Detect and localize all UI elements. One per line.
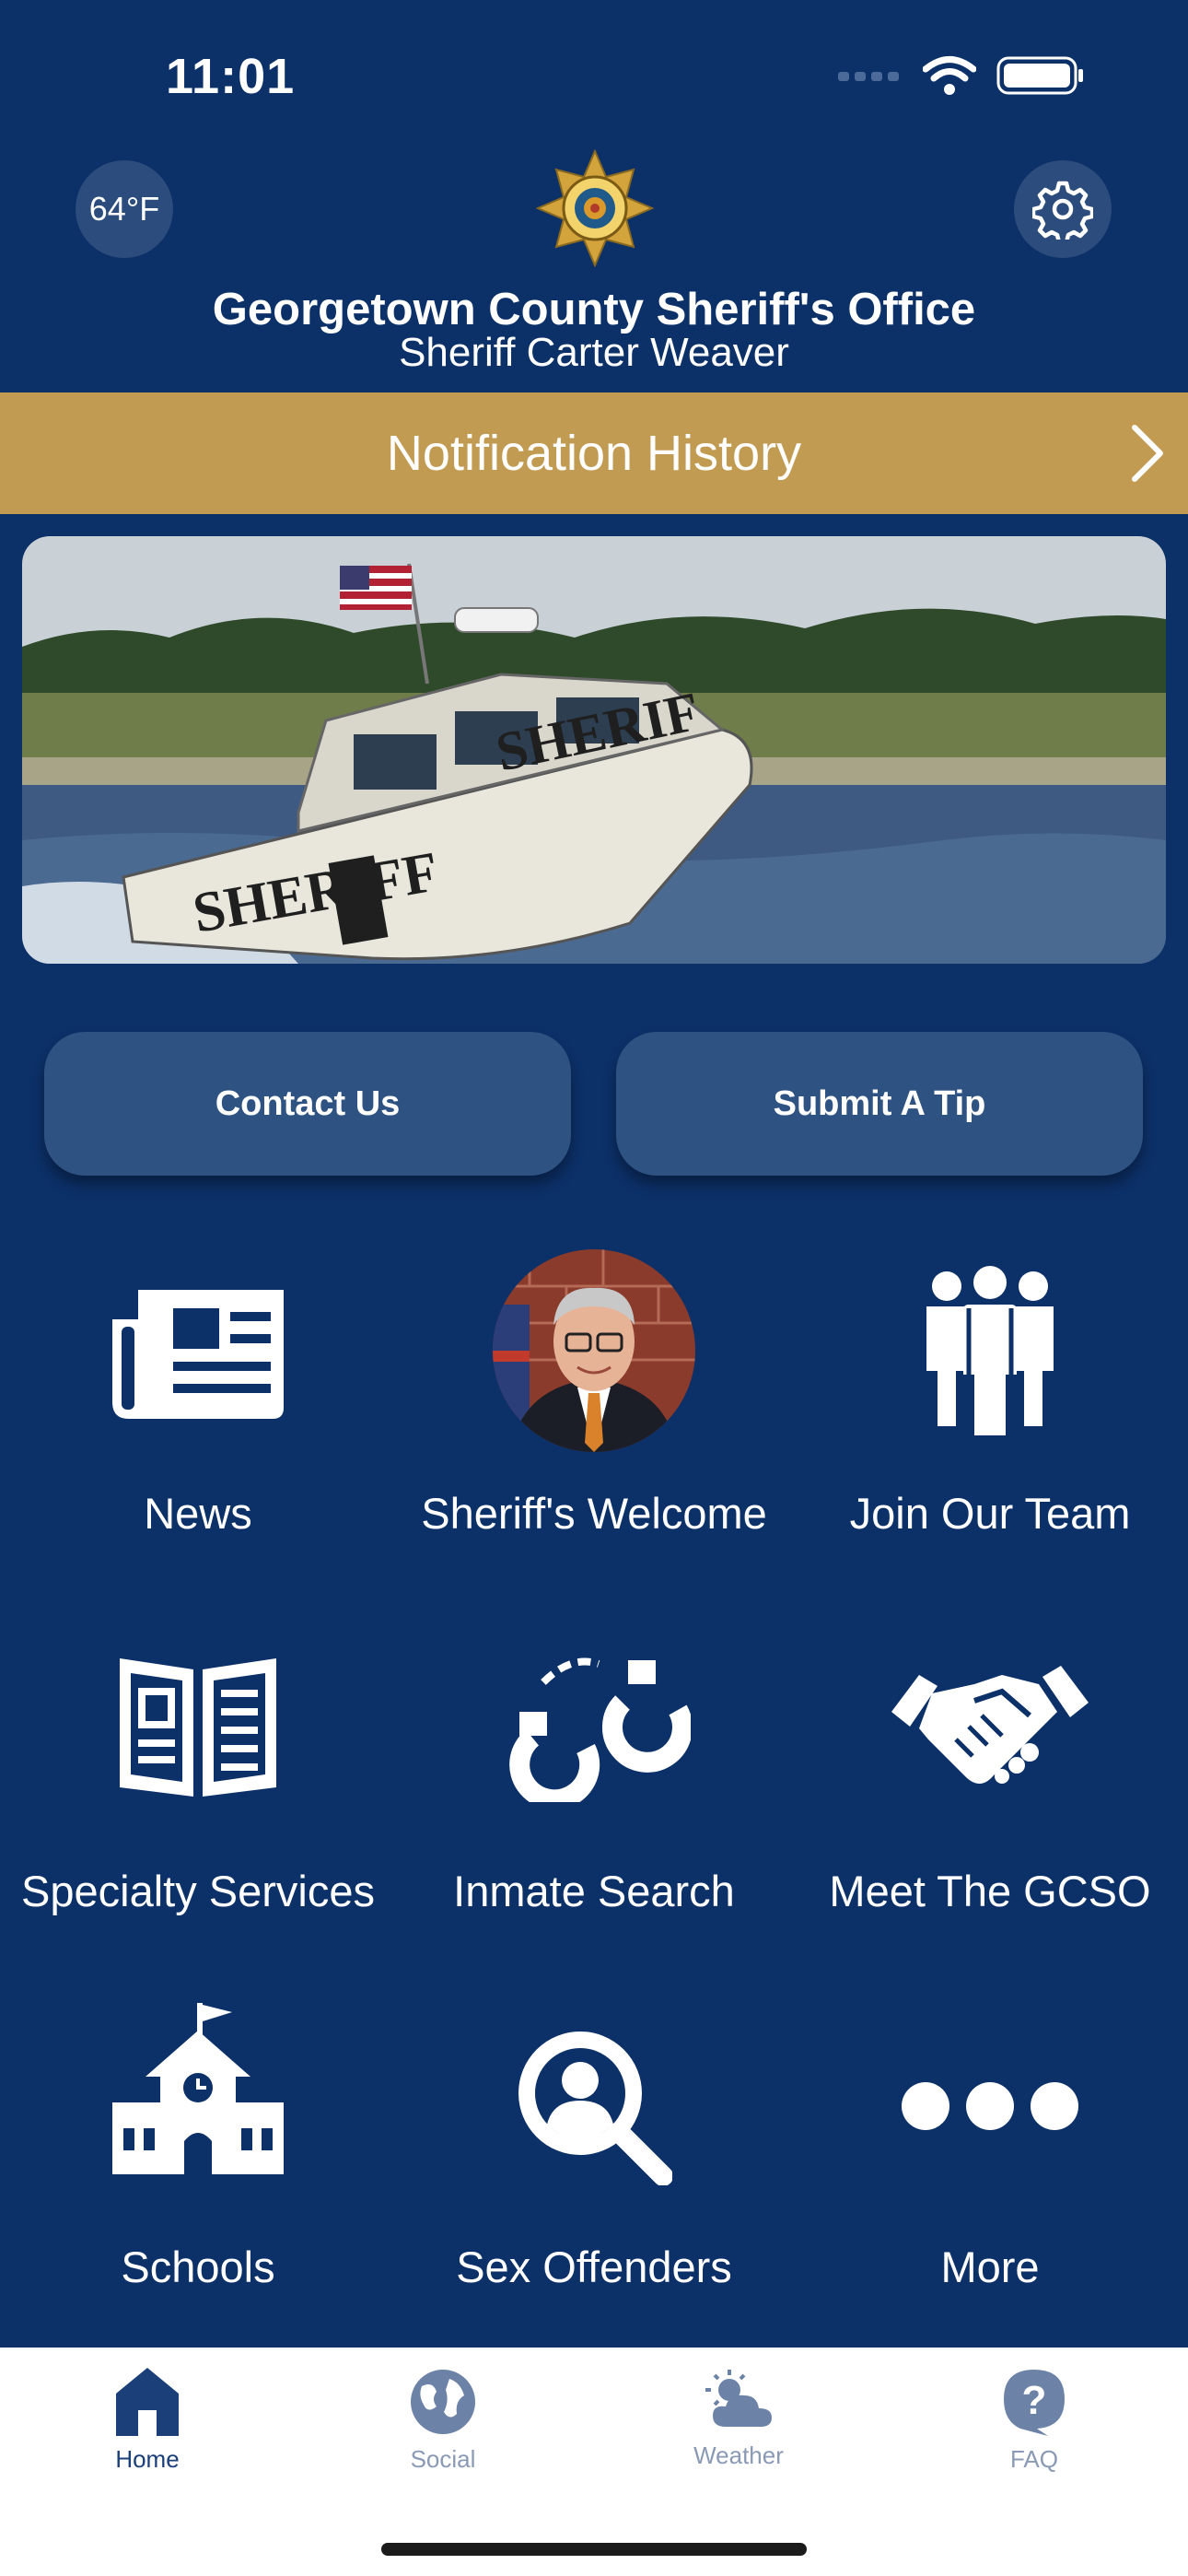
more-dots-icon [902, 2082, 1078, 2130]
tile-news[interactable]: News [0, 1235, 396, 1548]
handshake-icon [891, 1666, 1089, 1784]
battery-icon [996, 56, 1083, 95]
home-indicator[interactable] [381, 2543, 807, 2556]
tile-label: Meet The GCSO [829, 1867, 1151, 1915]
tile-label: Join Our Team [849, 1489, 1131, 1538]
question-icon: ? [1004, 2370, 1065, 2436]
tab-weather[interactable]: Weather [646, 2368, 831, 2488]
page-title: Georgetown County Sheriff's Office [212, 285, 976, 334]
tab-label: Home [115, 2445, 180, 2473]
tab-label: Social [410, 2445, 476, 2473]
tile-join-our-team[interactable]: Join Our Team [792, 1235, 1188, 1548]
status-icons [838, 55, 1085, 96]
tab-faq[interactable]: ? FAQ [942, 2368, 1126, 2488]
tile-label: News [144, 1489, 252, 1538]
globe-icon [411, 2370, 475, 2434]
handcuffs-icon [509, 1657, 691, 1802]
sheriff-portrait [493, 1249, 695, 1452]
contact-us-button[interactable]: Contact Us [44, 1032, 571, 1176]
tile-label: Specialty Services [21, 1867, 375, 1915]
status-time: 11:01 [166, 49, 296, 104]
hero-image: SHERIF SHERIFF [22, 536, 1166, 964]
tile-sheriffs-welcome[interactable]: Sheriff's Welcome [396, 1235, 792, 1548]
tab-label: FAQ [1009, 2445, 1058, 2473]
tile-label: More [940, 2242, 1040, 2291]
person-search-icon [518, 2032, 672, 2185]
sheriff-boat-illustration: SHERIF SHERIFF [22, 536, 1166, 964]
signal-icon [838, 72, 899, 81]
school-icon [112, 2003, 284, 2174]
home-screen: 11:01 64°F Georgetown County Sheriff's O… [0, 0, 1188, 2576]
tab-label: Weather [693, 2441, 784, 2469]
team-icon [926, 1266, 1054, 1435]
notification-history-button[interactable]: Notification History [0, 392, 1188, 514]
tab-social[interactable]: Social [351, 2368, 535, 2488]
tile-label: Schools [121, 2242, 275, 2291]
status-bar: 11:01 [0, 0, 1188, 157]
notification-history-label: Notification History [386, 426, 802, 481]
sheriff-star-logo [536, 149, 654, 267]
chevron-right-icon [1132, 425, 1163, 482]
tab-home[interactable]: Home [55, 2368, 239, 2488]
home-icon [116, 2368, 179, 2436]
settings-button[interactable] [1014, 160, 1112, 258]
tile-label: Sheriff's Welcome [421, 1489, 767, 1538]
tile-inmate-search[interactable]: Inmate Search [396, 1612, 792, 1926]
tile-sex-offenders[interactable]: Sex Offenders [396, 1990, 792, 2303]
svg-text:?: ? [1022, 2378, 1047, 2423]
tile-meet-the-gcso[interactable]: Meet The GCSO [792, 1612, 1188, 1926]
submit-tip-button[interactable]: Submit A Tip [616, 1032, 1143, 1176]
tile-label: Inmate Search [453, 1867, 735, 1915]
open-book-icon [120, 1658, 276, 1797]
wifi-icon [923, 56, 976, 95]
tile-more[interactable]: More [792, 1990, 1188, 2303]
gear-icon [1032, 181, 1093, 240]
temperature-badge[interactable]: 64°F [76, 160, 173, 258]
tile-label: Sex Offenders [456, 2242, 732, 2291]
page-subtitle: Sheriff Carter Weaver [399, 330, 789, 375]
tab-bar: Home Social Weather ? FAQ [0, 2348, 1188, 2576]
tile-schools[interactable]: Schools [0, 1990, 396, 2303]
newspaper-icon [112, 1290, 284, 1419]
weather-icon [705, 2370, 772, 2427]
tile-specialty-services[interactable]: Specialty Services [0, 1612, 396, 1926]
